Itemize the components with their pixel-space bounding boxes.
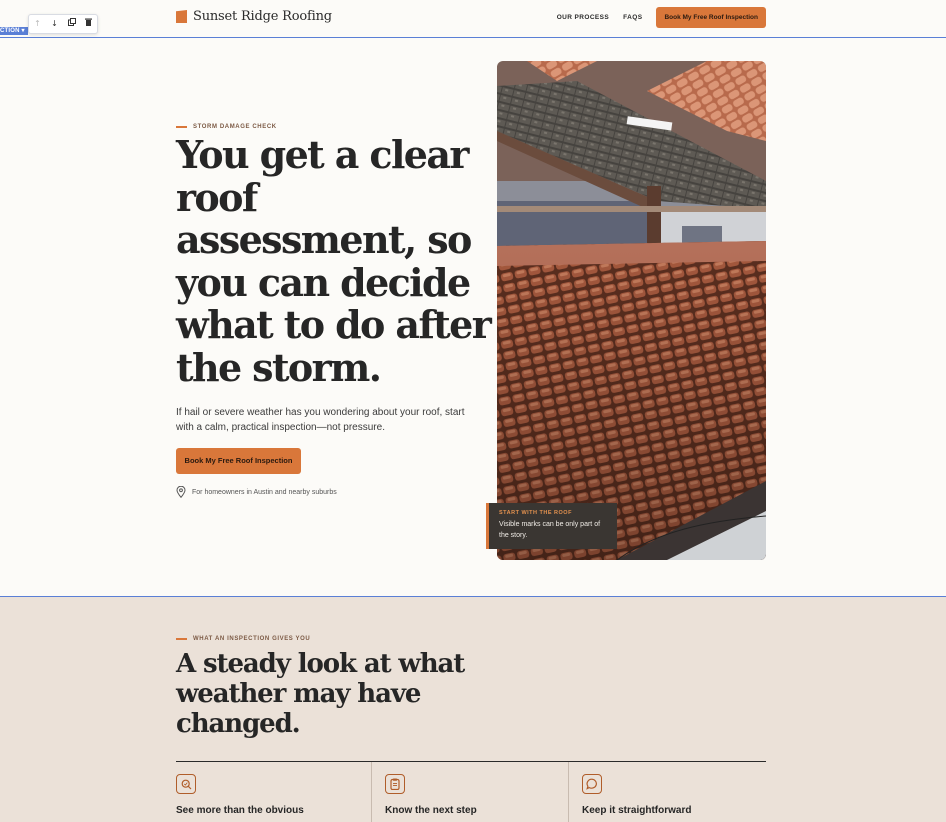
hero-title: You get a clear roof assessment, so you … [176,132,492,390]
section-selection-outline [0,37,946,38]
hero-description: If hail or severe weather has you wonder… [176,407,465,433]
feature-title-see-more: See more than the obvious [176,805,304,816]
main-nav: OUR PROCESS FAQS Book My Free Roof Inspe… [557,7,766,28]
hero-eyebrow-text: STORM DAMAGE CHECK [193,124,277,130]
site-header: Sunset Ridge Roofing OUR PROCESS FAQS Bo… [0,0,946,37]
duplicate-icon[interactable] [65,15,79,33]
service-area-text: For homeowners in Austin and nearby subu… [192,488,337,496]
logo-mark-icon [176,10,187,23]
brand-name: Sunset Ridge Roofing [193,9,332,24]
clipboard-icon [385,774,405,794]
service-area: For homeowners in Austin and nearby subu… [176,486,337,498]
delete-icon[interactable] [82,15,96,33]
chat-icon [582,774,602,794]
benefits-title: A steady look at what weather may have c… [176,649,465,739]
feature-title-next-step: Know the next step [385,805,477,816]
section-toolbar: ↑ ↓ [28,14,98,34]
column-divider [371,762,372,822]
hero-eyebrow: STORM DAMAGE CHECK [176,124,277,130]
column-divider [568,762,569,822]
feature-title-straightforward: Keep it straightforward [582,805,692,816]
move-down-icon[interactable]: ↓ [48,15,62,33]
benefits-eyebrow-text: WHAT AN INSPECTION GIVES YOU [193,636,311,642]
brand-logo[interactable]: Sunset Ridge Roofing [176,9,332,24]
search-icon [176,774,196,794]
caption-body: Visible marks can be only part of the st… [499,521,601,539]
section-divider-outline [0,596,946,597]
nav-link-our-process[interactable]: OUR PROCESS [557,14,609,21]
benefits-rule [176,761,766,762]
eyebrow-dash [176,638,187,640]
nav-link-faqs[interactable]: FAQS [623,14,642,21]
eyebrow-dash [176,126,187,128]
roof-photo [497,61,766,560]
move-up-icon[interactable]: ↑ [31,15,45,33]
benefits-eyebrow: WHAT AN INSPECTION GIVES YOU [176,636,310,642]
location-pin-icon [176,486,186,498]
caption-heading: START WITH THE ROOF [499,510,572,516]
header-book-inspection-button[interactable]: Book My Free Roof Inspection [656,7,766,28]
image-caption: START WITH THE ROOF Visible marks can be… [486,503,617,549]
hero-book-inspection-button[interactable]: Book My Free Roof Inspection [176,448,301,474]
section-tag[interactable]: CTION ▾ [0,27,28,35]
hero-roof-image [497,61,766,560]
